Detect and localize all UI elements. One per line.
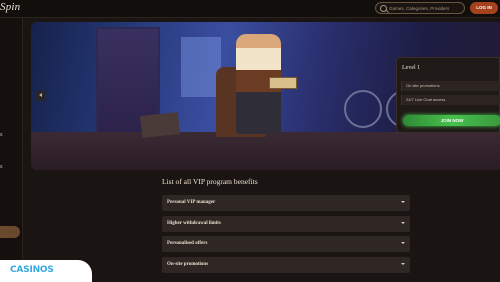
watermark: CASINOS xyxy=(0,260,92,282)
level-benefit-row: 24/7 Live Chat access xyxy=(401,95,500,105)
search-input[interactable]: Games, Categories, Providers xyxy=(375,2,465,14)
search-icon xyxy=(380,5,387,12)
watermark-text: CASINOS xyxy=(10,265,54,275)
accordion-label: Personalised offers xyxy=(167,241,208,246)
login-button[interactable]: LOG IN xyxy=(470,2,498,14)
join-now-button[interactable]: JOIN NOW xyxy=(403,115,500,126)
level-title: Level 1 xyxy=(402,65,421,71)
accordion-label: On-site promotions xyxy=(167,262,209,267)
sidebar-item-label[interactable]: s xyxy=(0,132,3,138)
books-illustration xyxy=(139,112,181,138)
chevron-down-icon xyxy=(401,201,405,203)
accordion-item[interactable]: On-site promotions xyxy=(162,257,410,273)
sidebar-button[interactable] xyxy=(0,226,20,238)
accordion-item[interactable]: Personalised offers xyxy=(162,236,410,252)
search-placeholder: Games, Categories, Providers xyxy=(389,6,450,11)
logo[interactable]: Spin xyxy=(0,1,20,13)
chevron-down-icon xyxy=(401,222,405,224)
window-illustration xyxy=(181,37,221,97)
accordion-item[interactable]: Higher withdrawal limits xyxy=(162,216,410,232)
level-benefit-row: On site promotions xyxy=(401,81,500,91)
sidebar-item-label[interactable]: s xyxy=(0,164,3,170)
accordion-item[interactable]: Personal VIP manager xyxy=(162,195,410,211)
vip-benefits-title: List of all VIP program benefits xyxy=(162,177,258,186)
bicycle-wheel-illustration xyxy=(344,90,382,128)
top-bar: Spin Games, Categories, Providers LOG IN xyxy=(0,0,500,18)
level-card: Level 1 On site promotions 24/7 Live Cha… xyxy=(396,57,500,133)
carousel-prev-button[interactable] xyxy=(36,90,46,101)
accordion-label: Personal VIP manager xyxy=(167,200,216,205)
accordion-label: Higher withdrawal limits xyxy=(167,221,221,226)
floor-illustration xyxy=(31,132,500,170)
sidebar: s s xyxy=(0,18,23,282)
open-book-illustration xyxy=(269,77,297,89)
chevron-down-icon xyxy=(401,263,405,265)
chevron-down-icon xyxy=(401,242,405,244)
